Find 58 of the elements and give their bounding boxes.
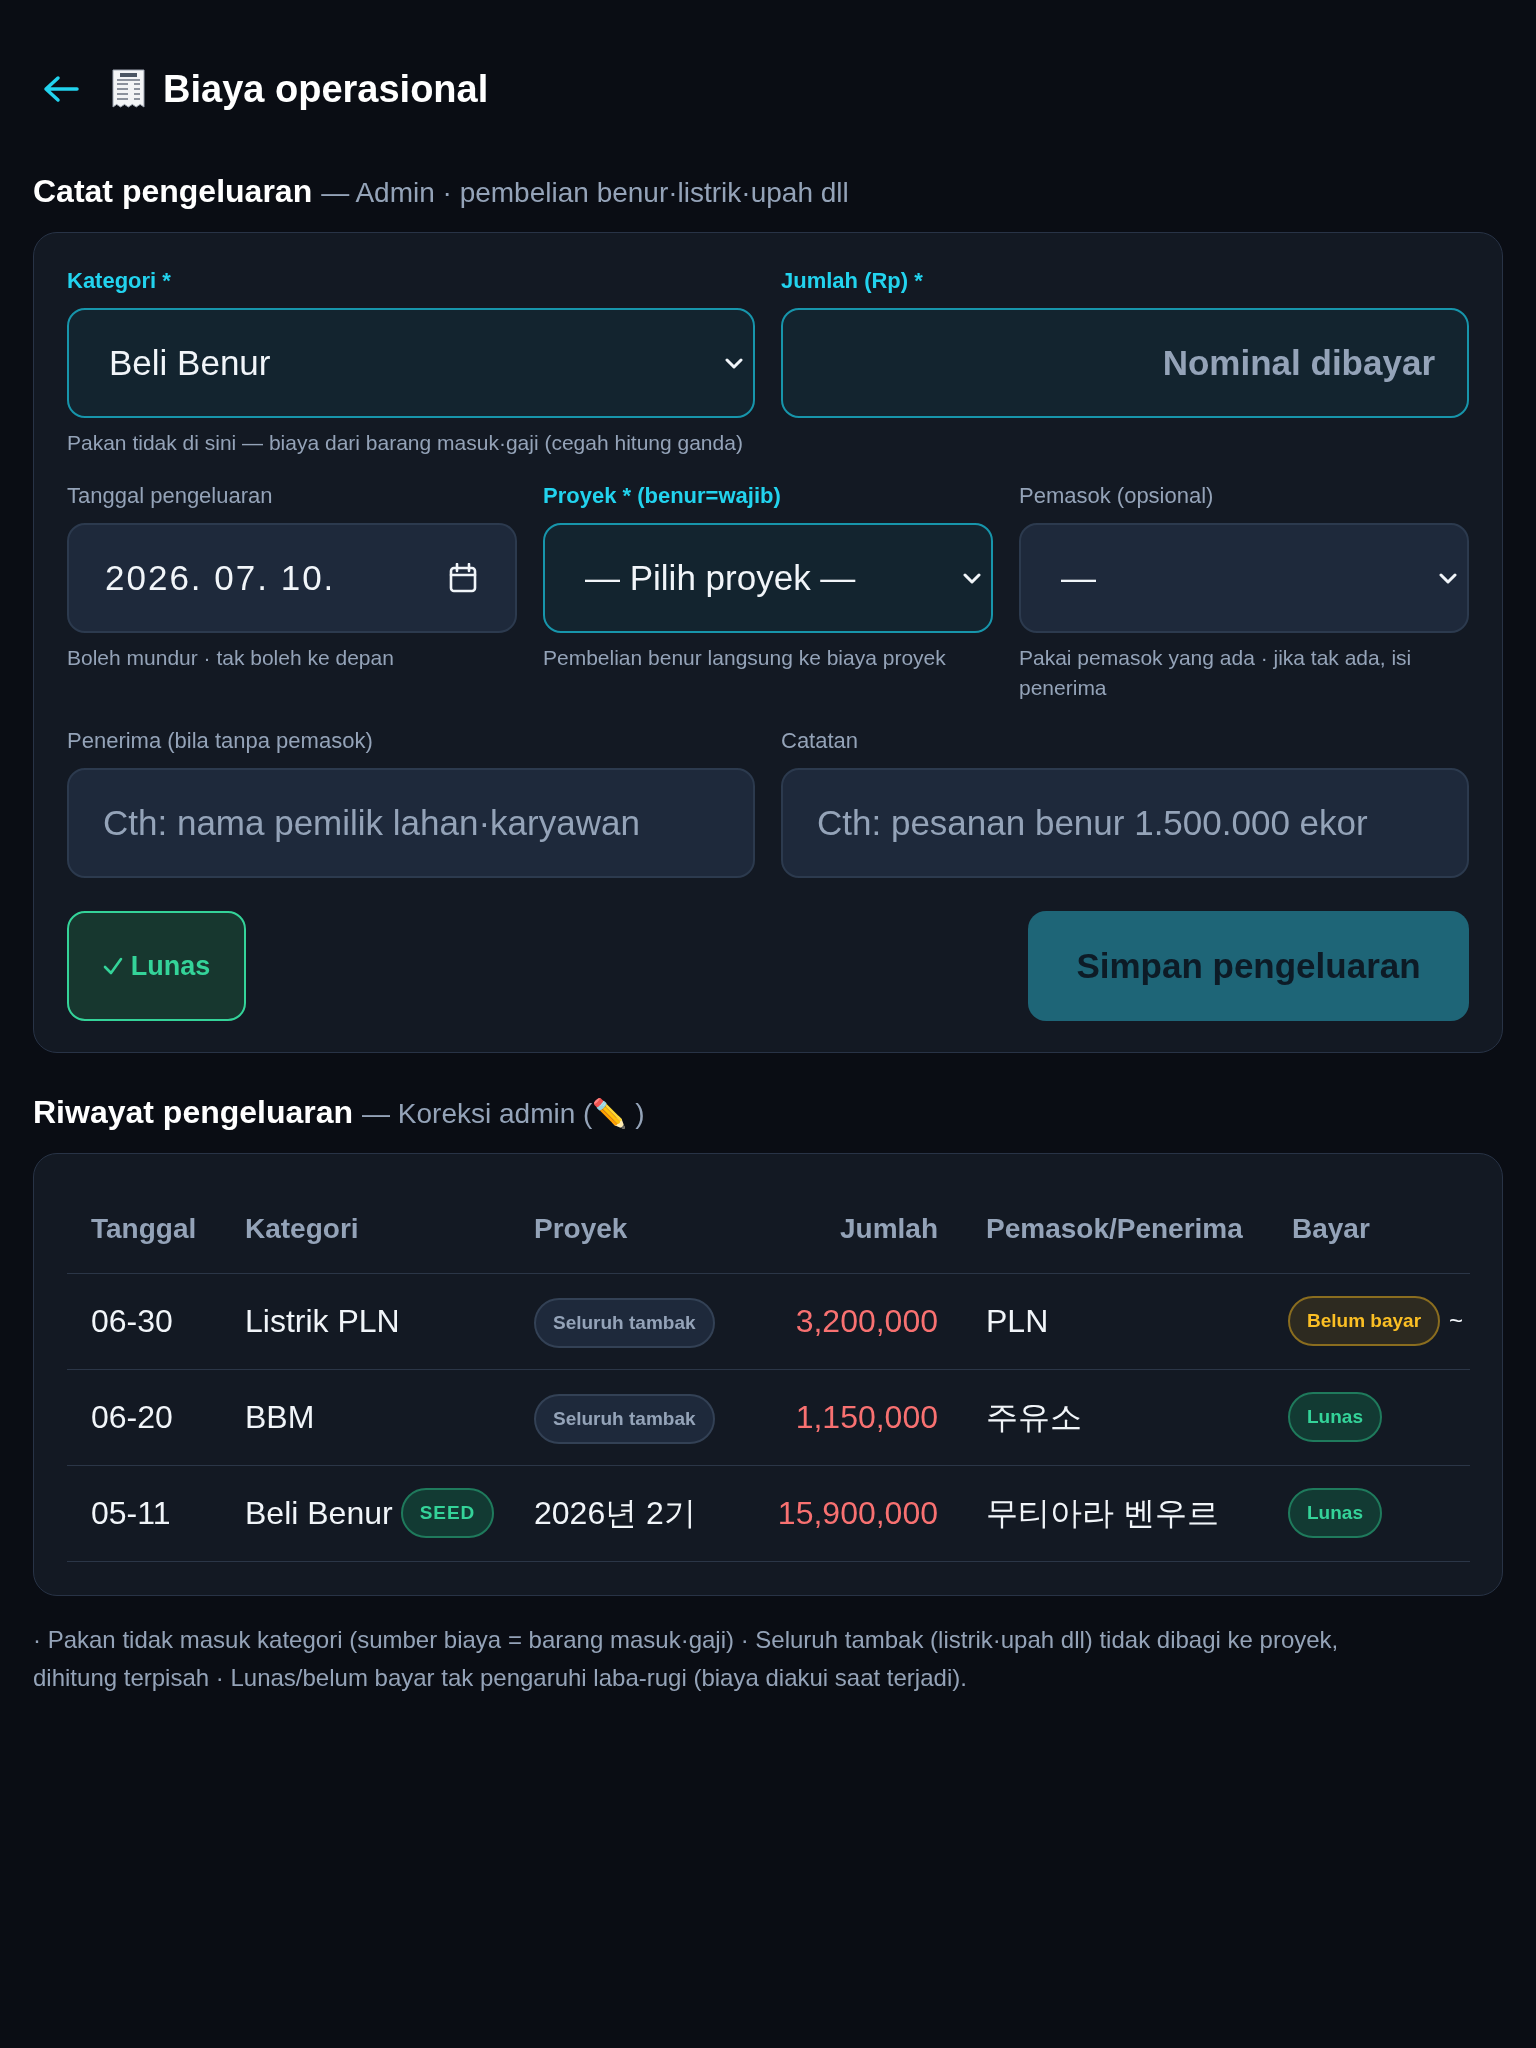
- column-header: Bayar: [1268, 1185, 1470, 1273]
- field-label: Tanggal pengeluaran: [67, 482, 274, 510]
- scope-badge: Seluruh tambak: [534, 1394, 715, 1445]
- column-header: Kategori: [221, 1185, 510, 1273]
- check-icon: [102, 957, 123, 975]
- paid-toggle[interactable]: Lunas: [67, 911, 246, 1021]
- table-cell: BBM: [221, 1369, 510, 1465]
- field-label: Penerima (bila tanpa pemasok): [67, 727, 374, 755]
- scope-badge: Seluruh tambak: [534, 1298, 715, 1349]
- receipt-icon: [112, 69, 145, 109]
- chevron-down-icon: [725, 357, 743, 369]
- table-cell-text: Beli Benur: [245, 1494, 393, 1533]
- table-cell: 06-20: [67, 1369, 221, 1465]
- select-field[interactable]: Beli Benur: [67, 308, 755, 418]
- select-field[interactable]: —: [1019, 523, 1469, 633]
- column-header: Pemasok/Penerima: [962, 1185, 1268, 1273]
- tag-badge: SEED: [400, 1488, 495, 1538]
- chevron-down-icon: [1439, 572, 1457, 584]
- column-header: Proyek: [510, 1185, 740, 1273]
- amount-cell: 1,150,000: [740, 1369, 962, 1465]
- footer-note: · Pakan tidak masuk kategori (sumber biaya = barang masuk·gaji) · Seluruh tambak (listrik·upah dll) tidak dibagi ke proyek, dihitung terpisah · Lunas/belum bayar tak pengaruhi laba-rugi (biaya diakui saat terjadi).: [33, 1624, 1340, 1693]
- payment-status-badge: Lunas: [1288, 1392, 1382, 1442]
- section-title: Catat pengeluaran: [33, 173, 313, 209]
- cell-text: ~: [1449, 1306, 1464, 1336]
- amount-cell: 15,900,000: [740, 1465, 962, 1561]
- field-hint: Boleh mundur · tak boleh ke depan: [67, 645, 395, 671]
- field-label: Proyek * (benur=wajib): [543, 482, 782, 510]
- table-cell: 05-11: [67, 1465, 221, 1561]
- amount-input[interactable]: Nominal dibayar: [781, 308, 1469, 418]
- field-label: Catatan: [781, 727, 860, 755]
- payment-status-badge: Belum bayar: [1288, 1296, 1441, 1346]
- date-field[interactable]: 2026. 07. 10.: [67, 523, 517, 633]
- column-header: Tanggal: [67, 1185, 221, 1273]
- table-cell: 무티아라 벤우르: [962, 1465, 1268, 1561]
- column-header: Jumlah: [740, 1185, 962, 1273]
- text-input[interactable]: Cth: pesanan benur 1.500.000 ekor: [781, 768, 1469, 878]
- select-field[interactable]: — Pilih proyek —: [543, 523, 993, 633]
- field-hint: Pembelian benur langsung ke biaya proyek: [543, 645, 947, 671]
- calendar-icon[interactable]: [449, 563, 477, 593]
- section-title: Riwayat pengeluaran: [33, 1094, 354, 1130]
- text-input[interactable]: Cth: nama pemilik lahan·karyawan: [67, 768, 755, 878]
- table-cell: 2026년 2기: [510, 1465, 740, 1561]
- field-hint: Pakai pemasok yang ada · jika tak ada, isi penerima: [1019, 645, 1413, 701]
- table-cell: Listrik PLN: [221, 1273, 510, 1369]
- payment-status-badge: Lunas: [1288, 1488, 1382, 1538]
- back-arrow-icon[interactable]: [43, 75, 79, 103]
- table-cell: 06-30: [67, 1273, 221, 1369]
- section-subtitle: — Admin · pembelian benur·listrik·upah dll: [321, 176, 849, 210]
- section-subtitle: — Koreksi admin (✏ ): [362, 1097, 645, 1131]
- chevron-down-icon: [963, 572, 981, 584]
- page-title: Biaya operasional: [163, 67, 489, 112]
- table-cell: PLN: [962, 1273, 1268, 1369]
- field-label: Kategori *: [67, 267, 172, 295]
- table-cell: 주유소: [962, 1369, 1268, 1465]
- field-label: Pemasok (opsional): [1019, 482, 1215, 510]
- amount-cell: 3,200,000: [740, 1273, 962, 1369]
- field-label: Jumlah (Rp) *: [781, 267, 924, 295]
- field-hint: Pakan tidak di sini — biaya dari barang masuk·gaji (cegah hitung ganda): [67, 430, 744, 456]
